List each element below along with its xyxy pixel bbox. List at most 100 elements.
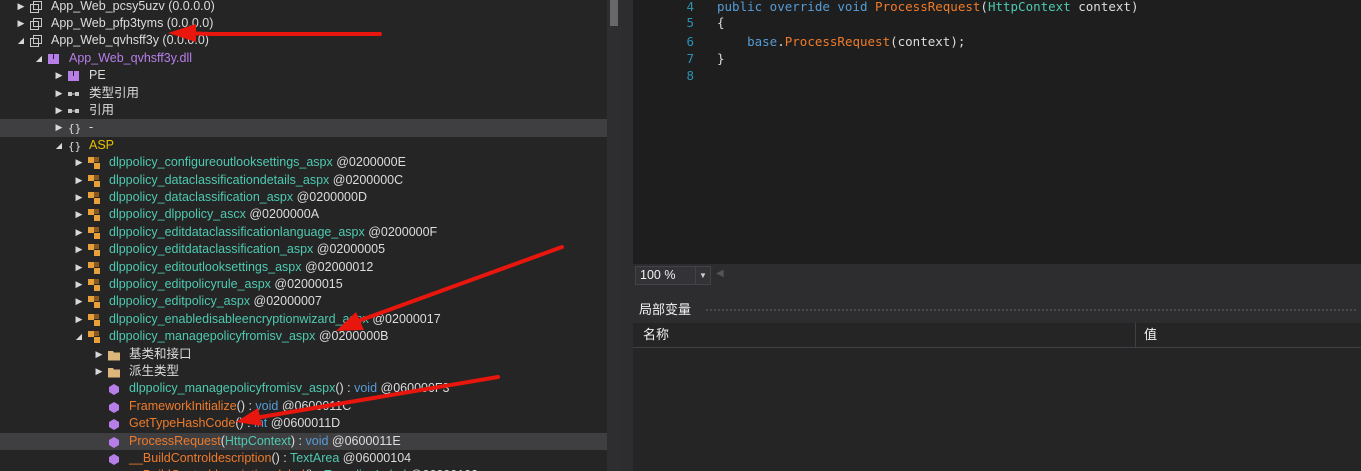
chevron-down-icon[interactable]: ▼ (695, 267, 710, 284)
tree-item[interactable]: ▶ 派生类型 (0, 363, 607, 380)
drag-grip[interactable] (705, 308, 1357, 313)
expand-arrow-icon[interactable]: ▶ (74, 241, 84, 258)
tree-item[interactable]: ▶ dlppolicy_enabledisableencryptionwizard… (0, 311, 607, 328)
tree-item[interactable]: ◢ dlppolicy_managepolicyfromisv_aspx @020… (0, 328, 607, 345)
collapse-arrow-icon[interactable]: ◢ (16, 32, 26, 49)
expand-arrow-icon[interactable]: ▶ (54, 102, 64, 119)
expand-arrow-icon[interactable]: ▶ (74, 154, 84, 171)
item-name: 派生类型 (129, 363, 180, 378)
tree-item[interactable]: ▶ {} - (0, 119, 607, 137)
expand-arrow-icon[interactable]: ▶ (16, 0, 26, 15)
tree-item[interactable]: ▶ dlppolicy_editpolicyrule_aspx @02000015 (0, 276, 607, 293)
tree-item[interactable]: ▶ App_Web_pfp3tyms (0.0.0.0) (0, 15, 607, 32)
class-icon (88, 261, 100, 274)
class-icon (88, 244, 100, 257)
tree-item[interactable]: dlppolicy_managepolicyfromisv_aspx() : v… (0, 380, 607, 397)
tree-item[interactable]: ◢ {} ASP (0, 137, 607, 154)
tree-item[interactable]: ▶ 引用 (0, 102, 607, 119)
item-name: dlppolicy_dataclassificationdetails_aspx (109, 172, 330, 187)
tree-item[interactable]: ▶ dlppolicy_editdataclassification_aspx @… (0, 241, 607, 258)
expand-arrow-icon[interactable]: ▶ (74, 276, 84, 293)
tree-item-label: dlppolicy_editpolicy_aspx @02000007 (109, 293, 322, 310)
code-token: context) (1070, 0, 1139, 14)
tree-item[interactable]: ▶ dlppolicy_dlppolicy_ascx @0200000A (0, 206, 607, 223)
expand-arrow-icon[interactable]: ▶ (74, 259, 84, 276)
tree-item[interactable]: ◢ App_Web_qvhsff3y (0.0.0.0) (0, 32, 607, 49)
token-address: @0600011E (328, 433, 401, 448)
tree-item-label: App_Web_pfp3tyms (0.0.0.0) (51, 15, 213, 32)
tree-item[interactable]: ProcessRequest(HttpContext) : void @0600… (0, 432, 607, 450)
token-address: @02000015 (270, 276, 343, 291)
signature-text: () : (236, 398, 256, 413)
tree-item[interactable]: ▶ dlppolicy_editdataclassificationlanguag… (0, 224, 607, 241)
collapse-arrow-icon[interactable]: ◢ (54, 137, 64, 154)
tree-item[interactable]: ▶ dlppolicy_editoutlooksettings_aspx @020… (0, 259, 607, 276)
tree-item[interactable]: ▶ 基类和接口 (0, 346, 607, 363)
tree-item[interactable]: FrameworkInitialize() : void @0600011C (0, 398, 607, 415)
code-token: public override void (717, 0, 876, 14)
token-address: @02000005 (313, 242, 386, 257)
item-name: dlppolicy_editpolicy_aspx (109, 294, 251, 309)
zoom-dropdown[interactable]: 100 % ▼ (635, 266, 711, 285)
expand-arrow-icon[interactable]: ▶ (74, 189, 84, 206)
tree-item[interactable]: ▶ 类型引用 (0, 85, 607, 102)
expand-arrow-icon[interactable]: ▶ (74, 311, 84, 328)
tree-item-label: FrameworkInitialize() : void @0600011C (129, 398, 351, 415)
collapse-arrow-icon[interactable]: ◢ (34, 50, 44, 67)
item-name: dlppolicy_enabledisableencryptionwizard_… (109, 311, 369, 326)
tree-item[interactable]: GetTypeHashCode() : int @0600011D (0, 415, 607, 432)
class-icon (88, 157, 100, 170)
class-icon (88, 174, 100, 187)
column-value-header[interactable]: 值 (1144, 323, 1157, 347)
tree-item[interactable]: __BuildControldescription() : TextArea @… (0, 450, 607, 467)
tree-item-label: dlppolicy_configureoutlooksettings_aspx … (109, 154, 406, 171)
item-name: dlppolicy_dataclassification_aspx (109, 189, 294, 204)
token-address: @0600011D (267, 416, 341, 431)
tree-item[interactable]: ▶ App_Web_pcsy5uzv (0.0.0.0) (0, 0, 607, 15)
namespace-icon: {} (68, 140, 81, 153)
tree-item[interactable]: ▶ dlppolicy_configureoutlooksettings_aspx… (0, 154, 607, 171)
panel-separator (633, 285, 1361, 297)
tree-item[interactable]: ▶ dlppolicy_dataclassificationdetails_asp… (0, 172, 607, 189)
column-name-header[interactable]: 名称 (643, 323, 669, 347)
expand-arrow-icon[interactable]: ▶ (54, 85, 64, 102)
item-name: dlppolicy_configureoutlooksettings_aspx (109, 155, 333, 170)
tree-scrollbar[interactable] (607, 0, 621, 471)
tree-item[interactable]: ◢ App_Web_qvhsff3y.dll (0, 50, 607, 67)
expand-arrow-icon[interactable]: ▶ (16, 15, 26, 32)
scroll-left-icon[interactable]: ◀ (716, 268, 724, 279)
column-divider[interactable] (1135, 323, 1136, 347)
expand-arrow-icon[interactable]: ▶ (74, 293, 84, 310)
assembly-explorer-tree[interactable]: ▶ App_Web_pcsy5uzv (0.0.0.0) ▶ App_Web_pfp3… (0, 0, 607, 471)
code-editor[interactable]: 4 public override void ProcessRequest(Htt… (633, 0, 1361, 264)
tree-item[interactable]: ▶ PE (0, 67, 607, 84)
code-token: ProcessRequest (875, 0, 981, 14)
collapse-arrow-icon[interactable]: ◢ (74, 328, 84, 345)
expand-arrow-icon[interactable]: ▶ (54, 67, 64, 84)
tree-item[interactable]: __BuildControldescription_label() : Enco… (0, 467, 607, 471)
splitter[interactable] (621, 0, 633, 471)
expand-arrow-icon[interactable]: ▶ (94, 363, 104, 380)
token-address: @0200000F (364, 224, 438, 239)
expand-arrow-icon[interactable]: ▶ (74, 172, 84, 189)
tree-item-label: dlppolicy_managepolicyfromisv_aspx() : v… (129, 380, 450, 397)
tree-item-label: ProcessRequest(HttpContext) : void @0600… (129, 433, 401, 450)
tree-item[interactable]: ▶ dlppolicy_editpolicy_aspx @02000007 (0, 293, 607, 310)
expand-arrow-icon[interactable]: ▶ (74, 224, 84, 241)
item-name: PE (89, 68, 106, 83)
item-name: App_Web_pcsy5uzv (0.0.0.0) (51, 0, 215, 13)
token-address: @0600011C (278, 398, 352, 413)
tree-item[interactable]: ▶ dlppolicy_dataclassification_aspx @0200… (0, 189, 607, 206)
item-name: App_Web_pfp3tyms (0.0.0.0) (51, 15, 214, 30)
token-address: @0200000B (315, 329, 389, 344)
item-name: 引用 (89, 102, 115, 117)
expand-arrow-icon[interactable]: ▶ (54, 119, 64, 136)
expand-arrow-icon[interactable]: ▶ (94, 346, 104, 363)
expand-arrow-icon[interactable]: ▶ (74, 206, 84, 223)
scrollbar-thumb[interactable] (610, 0, 618, 26)
tree-item-label: PE (89, 67, 106, 84)
code-token: { (717, 15, 725, 30)
token-address: @060000F3 (377, 381, 450, 396)
locals-header[interactable]: 局部变量 (633, 297, 1361, 323)
code-token: (context); (890, 34, 966, 49)
